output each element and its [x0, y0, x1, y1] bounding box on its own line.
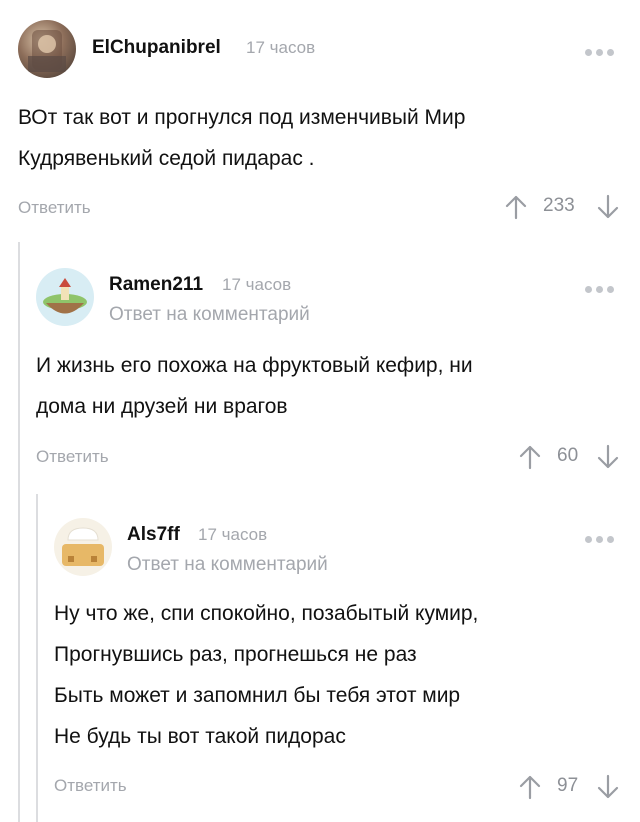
- comment-line: ВОт так вот и прогнулся под изменчивый М…: [18, 106, 466, 129]
- avatar-image: [62, 527, 104, 566]
- username[interactable]: Als7ff: [127, 524, 180, 546]
- arrow-up-icon[interactable]: [519, 774, 541, 800]
- reply-to-link[interactable]: комментарий: [193, 304, 310, 325]
- reply-to-prefix: Ответ на: [127, 554, 206, 575]
- vote-widget: 97: [519, 774, 629, 800]
- comment-line: Прогнувшись раз, прогнешься не раз: [54, 643, 417, 666]
- reply-to-prefix: Ответ на: [109, 304, 188, 325]
- comment-3: Als7ff 17 часов Ответ на комментарий Ну …: [0, 500, 640, 822]
- username[interactable]: Ramen211: [109, 274, 203, 296]
- comment-line: Кудрявенький седой пидарас .: [18, 147, 315, 170]
- comment-text: ВОт так вот и прогнулся под изменчивый М…: [18, 97, 618, 179]
- reply-button[interactable]: Ответить: [54, 776, 127, 796]
- arrow-down-icon[interactable]: [597, 194, 619, 220]
- avatar-image: [28, 30, 66, 72]
- arrow-up-icon[interactable]: [505, 194, 527, 220]
- avatar[interactable]: [18, 20, 76, 78]
- arrow-up-icon[interactable]: [519, 444, 541, 470]
- avatar-image: [43, 278, 87, 314]
- more-dots-icon[interactable]: [585, 43, 621, 56]
- vote-count: 233: [543, 195, 575, 216]
- comment-2: Ramen211 17 часов Ответ на комментарий И…: [0, 250, 640, 480]
- reply-button[interactable]: Ответить: [36, 447, 109, 467]
- comment-line: Не будь ты вот такой пидорас: [54, 725, 346, 748]
- username[interactable]: ElChupanibrel: [92, 37, 221, 59]
- comment-text: И жизнь его похожа на фруктовый кефир, н…: [36, 345, 626, 427]
- comment-line: Быть может и запомнил бы тебя этот мир: [54, 684, 461, 707]
- comment-text: Ну что же, спи спокойно, позабытый кумир…: [54, 593, 629, 757]
- comment-line: дома ни друзей ни врагов: [36, 395, 288, 418]
- timestamp: 17 часов: [246, 38, 316, 57]
- avatar[interactable]: [36, 268, 94, 326]
- more-dots-icon[interactable]: [585, 530, 621, 543]
- more-dots-icon[interactable]: [585, 280, 621, 293]
- comment-1: ElChupanibrel 17 часов ВОт так вот и про…: [0, 0, 640, 230]
- avatar[interactable]: [54, 518, 112, 576]
- vote-widget: 233: [505, 194, 625, 220]
- vote-count: 97: [557, 775, 579, 796]
- arrow-down-icon[interactable]: [597, 444, 619, 470]
- reply-to-link[interactable]: комментарий: [211, 554, 328, 575]
- comment-line: Ну что же, спи спокойно, позабытый кумир…: [54, 602, 479, 625]
- reply-to-label: Ответ на комментарий: [127, 554, 328, 576]
- reply-button[interactable]: Ответить: [18, 198, 91, 218]
- timestamp: 17 часов: [222, 275, 292, 294]
- timestamp: 17 часов: [198, 525, 268, 544]
- arrow-down-icon[interactable]: [597, 774, 619, 800]
- reply-to-label: Ответ на комментарий: [109, 304, 310, 326]
- vote-count: 60: [557, 445, 579, 466]
- vote-widget: 60: [519, 444, 629, 470]
- comment-line: И жизнь его похожа на фруктовый кефир, н…: [36, 354, 473, 377]
